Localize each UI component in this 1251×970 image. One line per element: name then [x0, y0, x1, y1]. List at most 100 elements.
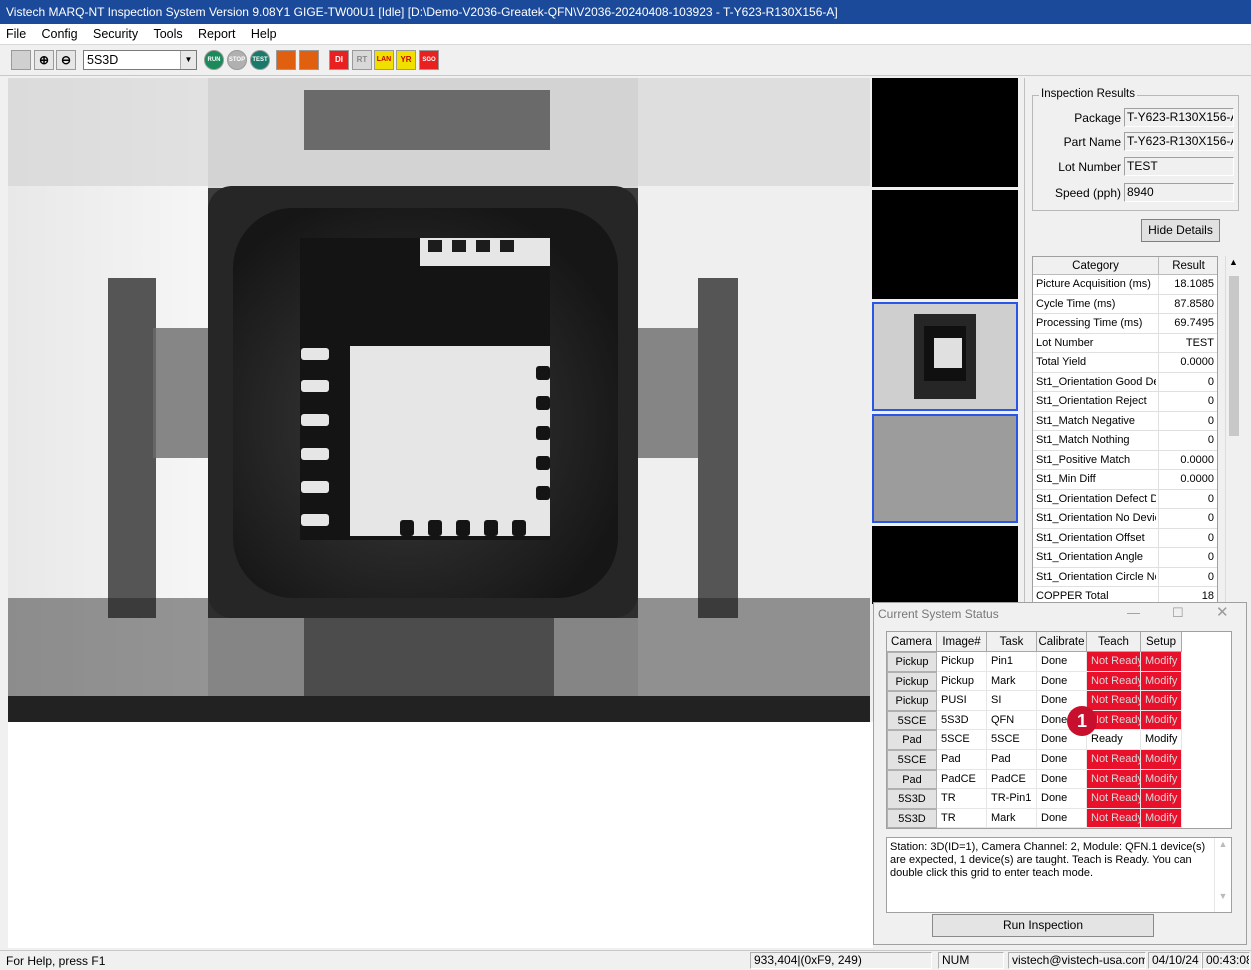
- maximize-icon[interactable]: ☐: [1172, 605, 1184, 621]
- chevron-down-icon[interactable]: ▼: [180, 51, 196, 69]
- result-row[interactable]: St1_Positive Match 0.0000: [1033, 450, 1217, 470]
- menu-report[interactable]: Report: [192, 24, 242, 44]
- result-row[interactable]: St1_Match Negative 0: [1033, 411, 1217, 431]
- setup-cell[interactable]: Modify: [1141, 808, 1182, 828]
- lot-number-field: TEST: [1124, 157, 1234, 176]
- setup-cell[interactable]: Modify: [1141, 671, 1182, 692]
- yr-icon[interactable]: YR: [396, 50, 416, 70]
- result-row[interactable]: St1_Orientation Reject 0: [1033, 392, 1217, 412]
- setup-cell[interactable]: Modify: [1141, 730, 1182, 750]
- speed-field: 8940: [1124, 183, 1234, 202]
- category-header[interactable]: Category: [1033, 257, 1159, 275]
- message-scrollbar[interactable]: ▲ ▼: [1214, 838, 1231, 912]
- rt-icon[interactable]: RT: [352, 50, 372, 70]
- camera-cell[interactable]: 5SCE: [887, 750, 937, 770]
- setup-cell[interactable]: Modify: [1141, 750, 1182, 770]
- result-row[interactable]: Picture Acquisition (ms) 18.1085: [1033, 275, 1217, 295]
- station-select[interactable]: 5S3D ▼: [83, 50, 197, 70]
- result-row[interactable]: St1_Orientation Good Dev 0: [1033, 372, 1217, 392]
- save-icon[interactable]: [299, 50, 319, 70]
- setup-cell[interactable]: Modify: [1141, 691, 1182, 711]
- status-row[interactable]: 5S3D TR Mark Done Not Ready Modify: [887, 808, 1231, 828]
- menu-help[interactable]: Help: [245, 24, 283, 44]
- result-row[interactable]: St1_Min Diff 0.0000: [1033, 470, 1217, 490]
- result-row[interactable]: St1_Orientation No Device 0: [1033, 509, 1217, 529]
- column-divider: [1158, 528, 1159, 547]
- scroll-up-icon[interactable]: ▲: [1229, 257, 1238, 267]
- lan-icon[interactable]: LAN: [374, 50, 394, 70]
- result-row[interactable]: Processing Time (ms) 69.7495: [1033, 314, 1217, 334]
- stop-icon[interactable]: STOP: [227, 50, 247, 70]
- setup-cell[interactable]: Modify: [1141, 710, 1182, 731]
- thumbnail-1[interactable]: [872, 78, 1018, 187]
- speed-label: Speed (pph): [1054, 186, 1121, 200]
- empty-canvas: [8, 722, 873, 948]
- hide-details-button[interactable]: Hide Details: [1141, 219, 1220, 242]
- setup-cell[interactable]: Modify: [1141, 789, 1182, 809]
- status-row[interactable]: Pickup PUSI SI Done Not Ready Modify: [887, 691, 1231, 711]
- status-row[interactable]: 5SCE 5S3D QFN Done Not Ready Modify: [887, 710, 1231, 731]
- result-row[interactable]: St1_Match Nothing 0: [1033, 431, 1217, 451]
- image-cell: Pickup: [937, 671, 987, 692]
- result-value: 0: [1207, 570, 1214, 583]
- zoom-in-icon[interactable]: ⊕: [34, 50, 54, 70]
- result-row[interactable]: St1_Orientation Circle Not 0: [1033, 567, 1217, 587]
- inspection-results-legend: Inspection Results: [1039, 88, 1137, 100]
- result-row[interactable]: St1_Orientation Angle 0: [1033, 548, 1217, 568]
- status-grid[interactable]: Camera Image# Task Calibrate Teach Setup…: [886, 631, 1232, 829]
- status-message: Station: 3D(ID=1), Camera Channel: 2, Mo…: [886, 837, 1232, 913]
- close-icon[interactable]: ✕: [1216, 603, 1229, 621]
- camera-cell[interactable]: Pad: [887, 769, 937, 790]
- scroll-thumb[interactable]: [1229, 276, 1239, 436]
- camera-cell[interactable]: Pickup: [887, 691, 937, 711]
- column-divider: [1158, 275, 1159, 294]
- sgo-icon[interactable]: SGO: [419, 50, 439, 70]
- status-row[interactable]: Pickup Pickup Pin1 Done Not Ready Modify: [887, 652, 1231, 672]
- status-row[interactable]: Pad 5SCE 5SCE Done Ready Modify: [887, 730, 1231, 750]
- result-value: 0.0000: [1180, 453, 1214, 466]
- result-row[interactable]: Lot Number TEST: [1033, 333, 1217, 353]
- open-icon[interactable]: [276, 50, 296, 70]
- setup-cell[interactable]: Modify: [1141, 769, 1182, 790]
- run-inspection-button[interactable]: Run Inspection: [932, 914, 1154, 937]
- result-value: 0: [1207, 414, 1214, 427]
- result-value: 0: [1207, 551, 1214, 563]
- task-cell: TR-Pin1: [987, 789, 1037, 809]
- camera-cell[interactable]: Pickup: [887, 652, 937, 672]
- zoom-out-icon[interactable]: ⊖: [56, 50, 76, 70]
- status-row[interactable]: Pad PadCE PadCE Done Not Ready Modify: [887, 769, 1231, 790]
- menu-tools[interactable]: Tools: [147, 24, 188, 44]
- thumbnail-3[interactable]: [872, 302, 1018, 411]
- result-row[interactable]: St1_Orientation Defect De 0: [1033, 489, 1217, 509]
- status-row[interactable]: Pickup Pickup Mark Done Not Ready Modify: [887, 671, 1231, 692]
- camera-cell[interactable]: 5SCE: [887, 710, 937, 731]
- lock-icon[interactable]: [11, 50, 31, 70]
- result-category: Lot Number: [1036, 336, 1094, 349]
- result-row[interactable]: Total Yield 0.0000: [1033, 353, 1217, 373]
- camera-image[interactable]: [8, 78, 870, 722]
- result-header[interactable]: Result: [1159, 257, 1217, 275]
- result-row[interactable]: St1_Orientation Offset 0: [1033, 528, 1217, 548]
- camera-cell[interactable]: 5S3D: [887, 789, 937, 809]
- camera-cell[interactable]: Pad: [887, 730, 937, 750]
- camera-cell[interactable]: 5S3D: [887, 808, 937, 828]
- result-category: COPPER Total: [1036, 590, 1109, 602]
- test-icon[interactable]: TEST: [250, 50, 270, 70]
- run-icon[interactable]: RUN: [204, 50, 224, 70]
- menu-file[interactable]: File: [0, 24, 32, 44]
- minimize-icon[interactable]: —: [1127, 605, 1140, 620]
- results-table[interactable]: Category Result Picture Acquisition (ms)…: [1032, 256, 1218, 606]
- thumbnail-5[interactable]: [872, 526, 1018, 604]
- thumbnail-4[interactable]: [872, 414, 1018, 523]
- menu-security[interactable]: Security: [87, 24, 144, 44]
- camera-cell[interactable]: Pickup: [887, 671, 937, 692]
- results-scrollbar[interactable]: ▲: [1225, 256, 1243, 606]
- part-name-field: T-Y623-R130X156-A: [1124, 132, 1234, 151]
- setup-cell[interactable]: Modify: [1141, 652, 1182, 672]
- result-row[interactable]: Cycle Time (ms) 87.8580: [1033, 294, 1217, 314]
- thumbnail-2[interactable]: [872, 190, 1018, 299]
- menu-config[interactable]: Config: [36, 24, 84, 44]
- status-row[interactable]: 5S3D TR TR-Pin1 Done Not Ready Modify: [887, 789, 1231, 809]
- di-icon[interactable]: DI: [329, 50, 349, 70]
- status-row[interactable]: 5SCE Pad Pad Done Not Ready Modify: [887, 750, 1231, 770]
